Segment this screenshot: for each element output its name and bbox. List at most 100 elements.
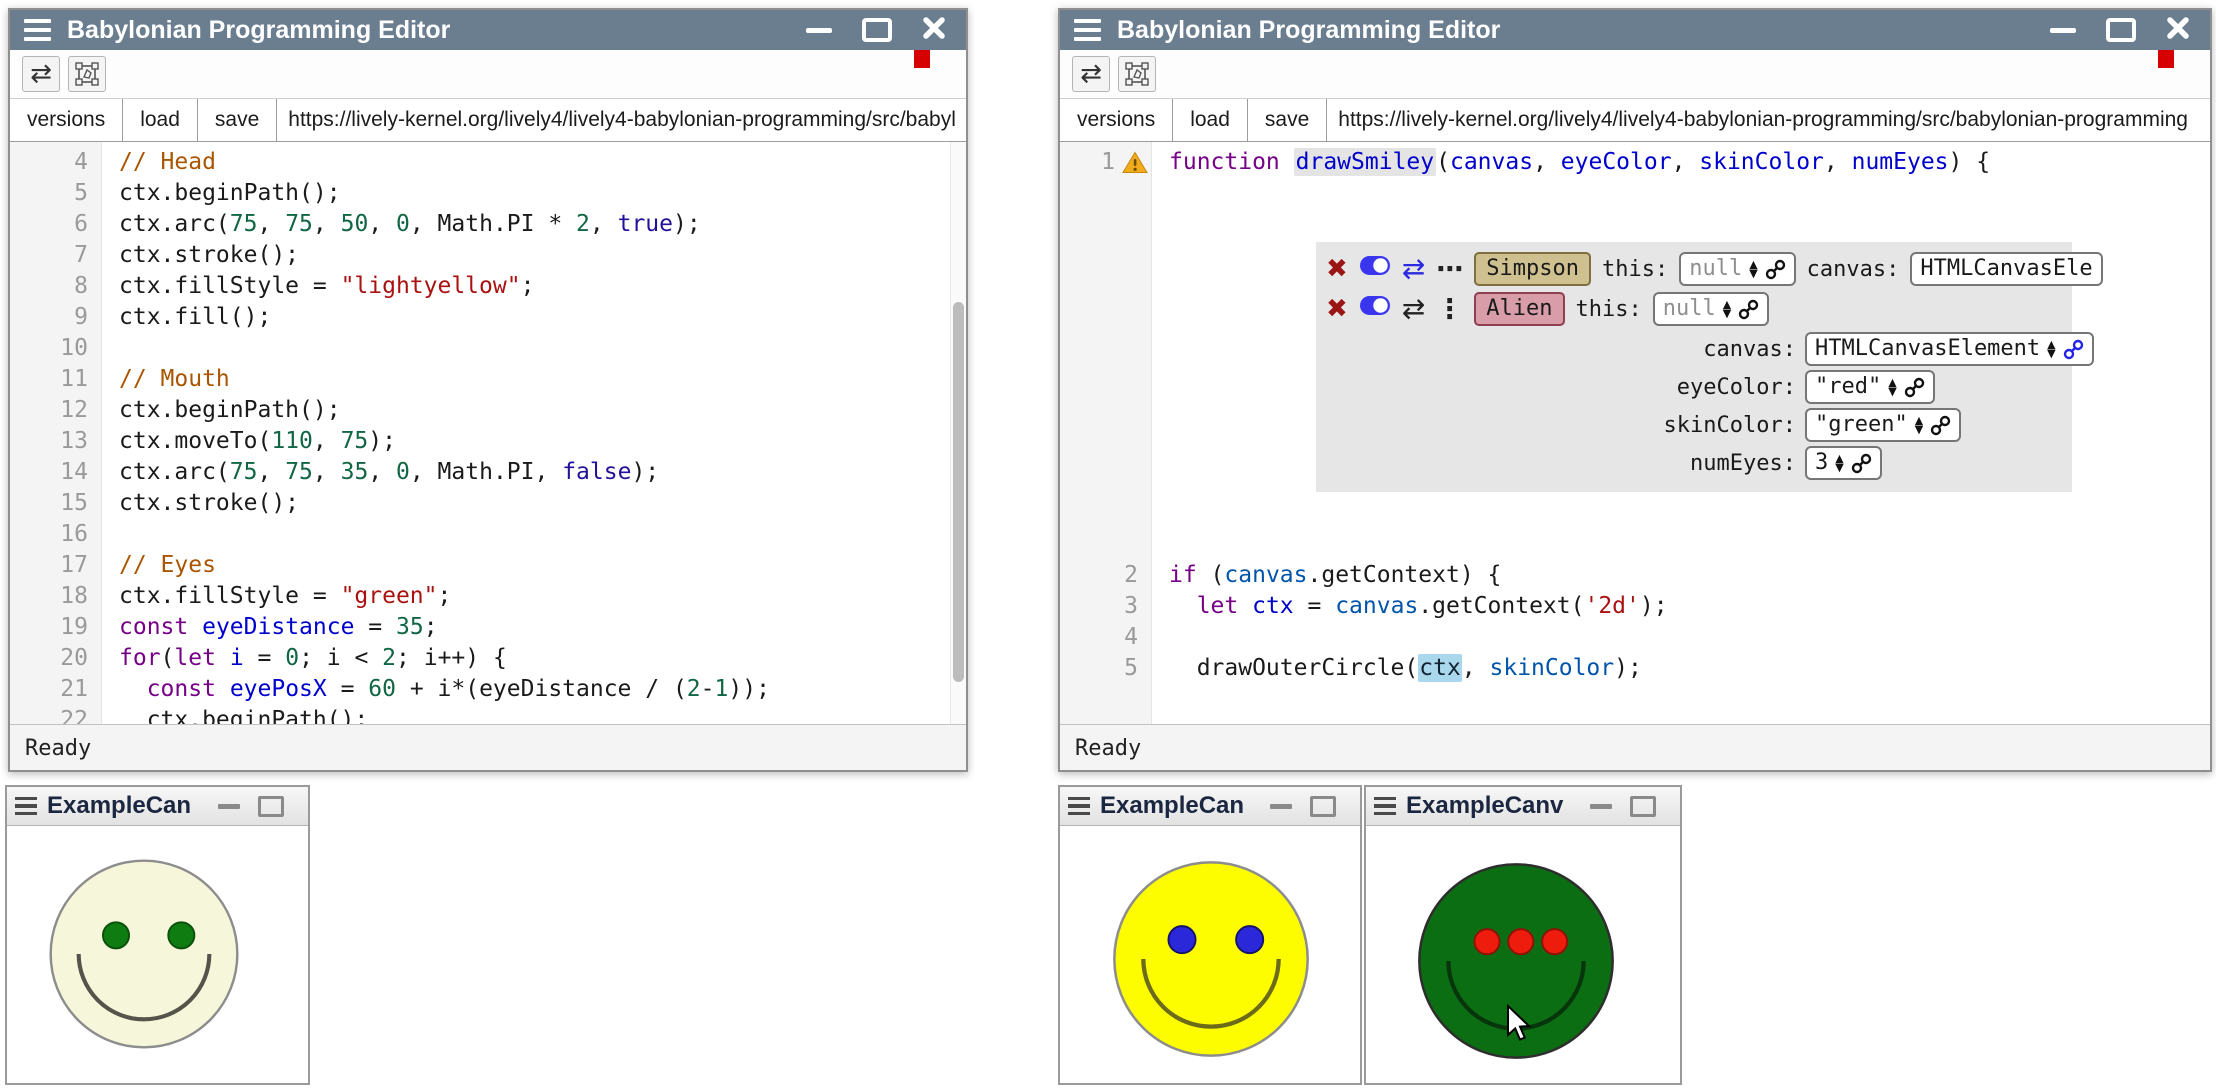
versions-button[interactable]: versions [10,99,123,141]
hamburger-menu-icon[interactable] [1068,797,1090,816]
code-line[interactable]: 21 const eyePosX = 60 + i*(eyeDistance /… [10,674,966,705]
value-spinner[interactable]: ▲▼ [2047,340,2055,358]
code-text[interactable]: const eyeDistance = 35; [102,612,966,643]
param-value-box[interactable]: 3▲▼ [1805,446,1882,481]
code-text[interactable]: ctx.stroke(); [102,240,966,271]
minimize-button[interactable] [806,28,832,33]
code-line[interactable]: 4// Head [10,147,966,178]
code-text[interactable]: for(let i = 0; i < 2; i++) { [102,643,966,674]
delete-example-icon[interactable]: ✖ [1326,296,1348,322]
code-text[interactable]: const eyePosX = 60 + i*(eyeDistance / (2… [102,674,966,705]
titlebar[interactable]: Babylonian Programming Editor [1060,10,2210,50]
scrollbar-thumb[interactable] [953,302,964,682]
code-line[interactable]: 7ctx.stroke(); [10,240,966,271]
param-value-box[interactable]: HTMLCanvasElement▲▼ [1805,332,2094,367]
migrate-examples-button[interactable]: ⇄ [1072,56,1110,92]
url-field[interactable]: https://lively-kernel.org/lively4/lively… [1327,99,2210,141]
code-text[interactable]: function drawSmiley(canvas, eyeColor, sk… [1152,147,2210,178]
vertical-scrollbar[interactable] [950,142,966,724]
url-field[interactable]: https://lively-kernel.org/lively4/lively… [277,99,966,141]
code-line[interactable]: 11// Mouth [10,364,966,395]
code-text[interactable]: ctx.moveTo(110, 75); [102,426,966,457]
code-line[interactable]: 6ctx.arc(75, 75, 50, 0, Math.PI * 2, tru… [10,209,966,240]
code-text[interactable]: drawOuterCircle(ctx, skinColor); [1152,653,2210,684]
close-button[interactable] [2166,16,2190,45]
code-line[interactable]: 5ctx.beginPath(); [10,178,966,209]
code-line[interactable]: 17// Eyes [10,550,966,581]
link-icon[interactable] [1738,299,1759,320]
param-value-box[interactable]: null ▲▼ [1653,292,1769,327]
link-icon[interactable] [2063,339,2084,360]
code-text[interactable]: let ctx = canvas.getContext('2d'); [1152,591,2210,622]
hamburger-menu-icon[interactable] [1074,19,1101,41]
code-text[interactable]: ctx.fillStyle = "green"; [102,581,966,612]
code-editor[interactable]: 1function drawSmiley(canvas, eyeColor, s… [1060,142,2210,724]
code-line[interactable]: 19const eyeDistance = 35; [10,612,966,643]
code-text[interactable]: ctx.arc(75, 75, 50, 0, Math.PI * 2, true… [102,209,966,240]
minimize-button[interactable] [2050,28,2076,33]
code-line[interactable]: 3 let ctx = canvas.getContext('2d'); [1060,591,2210,622]
code-line[interactable]: 22 ctx.beginPath(); [10,705,966,724]
migrate-examples-button[interactable]: ⇄ [22,56,60,92]
code-editor[interactable]: 4// Head5ctx.beginPath();6ctx.arc(75, 75… [10,142,966,724]
maximize-button[interactable] [1630,796,1656,817]
example-badge[interactable]: Alien [1474,292,1564,326]
link-icon[interactable] [1930,415,1951,436]
versions-button[interactable]: versions [1060,99,1173,141]
code-line[interactable]: 2if (canvas.getContext) { [1060,560,2210,591]
param-value-box[interactable]: "green"▲▼ [1805,408,1961,443]
load-button[interactable]: load [123,99,198,141]
close-button[interactable] [922,16,946,45]
minimize-button[interactable] [1590,804,1612,809]
code-text[interactable]: ctx.arc(75, 75, 35, 0, Math.PI, false); [102,457,966,488]
minimize-button[interactable] [218,804,240,809]
code-text[interactable] [102,519,966,550]
code-text[interactable]: ctx.beginPath(); [102,395,966,426]
code-line[interactable]: 12ctx.beginPath(); [10,395,966,426]
more-options-icon[interactable]: ⋮ [1436,296,1463,323]
hamburger-menu-icon[interactable] [24,19,51,41]
code-line[interactable]: 8ctx.fillStyle = "lightyellow"; [10,271,966,302]
code-text[interactable] [1152,622,2210,653]
code-line[interactable]: 10 [10,333,966,364]
value-spinner[interactable]: ▲▼ [1835,454,1843,472]
more-options-icon[interactable]: ⋯ [1436,256,1463,283]
hamburger-menu-icon[interactable] [15,797,37,816]
maximize-button[interactable] [2106,18,2136,42]
code-text[interactable]: // Mouth [102,364,966,395]
code-text[interactable]: ctx.beginPath(); [102,178,966,209]
save-button[interactable]: save [1248,99,1327,141]
select-canvas-button[interactable] [1118,56,1156,92]
code-line[interactable]: 9ctx.fill(); [10,302,966,333]
code-text[interactable]: ctx.fill(); [102,302,966,333]
code-line[interactable]: 15ctx.stroke(); [10,488,966,519]
param-value-box[interactable]: HTMLCanvasEle [1910,252,2102,287]
code-text[interactable]: ctx.fillStyle = "lightyellow"; [102,271,966,302]
code-line[interactable]: 20for(let i = 0; i < 2; i++) { [10,643,966,674]
code-line[interactable]: 13ctx.moveTo(110, 75); [10,426,966,457]
code-text[interactable]: if (canvas.getContext) { [1152,560,2210,591]
maximize-button[interactable] [862,18,892,42]
code-line[interactable]: 18ctx.fillStyle = "green"; [10,581,966,612]
value-spinner[interactable]: ▲▼ [1888,378,1896,396]
code-text[interactable]: ctx.beginPath(); [102,705,966,724]
minimize-button[interactable] [1270,804,1292,809]
save-button[interactable]: save [198,99,277,141]
code-text[interactable]: // Eyes [102,550,966,581]
toggle-on-icon[interactable] [1359,254,1391,285]
value-spinner[interactable]: ▲▼ [1723,300,1731,318]
link-icon[interactable] [1851,453,1872,474]
param-value-box[interactable]: null ▲▼ [1679,252,1795,287]
swap-example-icon[interactable]: ⇄ [1402,295,1425,323]
code-line[interactable]: 1function drawSmiley(canvas, eyeColor, s… [1060,147,2210,178]
load-button[interactable]: load [1173,99,1248,141]
toggle-on-icon[interactable] [1359,294,1391,325]
hamburger-menu-icon[interactable] [1374,797,1396,816]
link-icon[interactable] [1765,259,1786,280]
code-line[interactable]: 5 drawOuterCircle(ctx, skinColor); [1060,653,2210,684]
delete-example-icon[interactable]: ✖ [1326,256,1348,282]
swap-example-icon[interactable]: ⇄ [1402,255,1425,283]
link-icon[interactable] [1904,377,1925,398]
code-text[interactable] [102,333,966,364]
titlebar[interactable]: Babylonian Programming Editor [10,10,966,50]
